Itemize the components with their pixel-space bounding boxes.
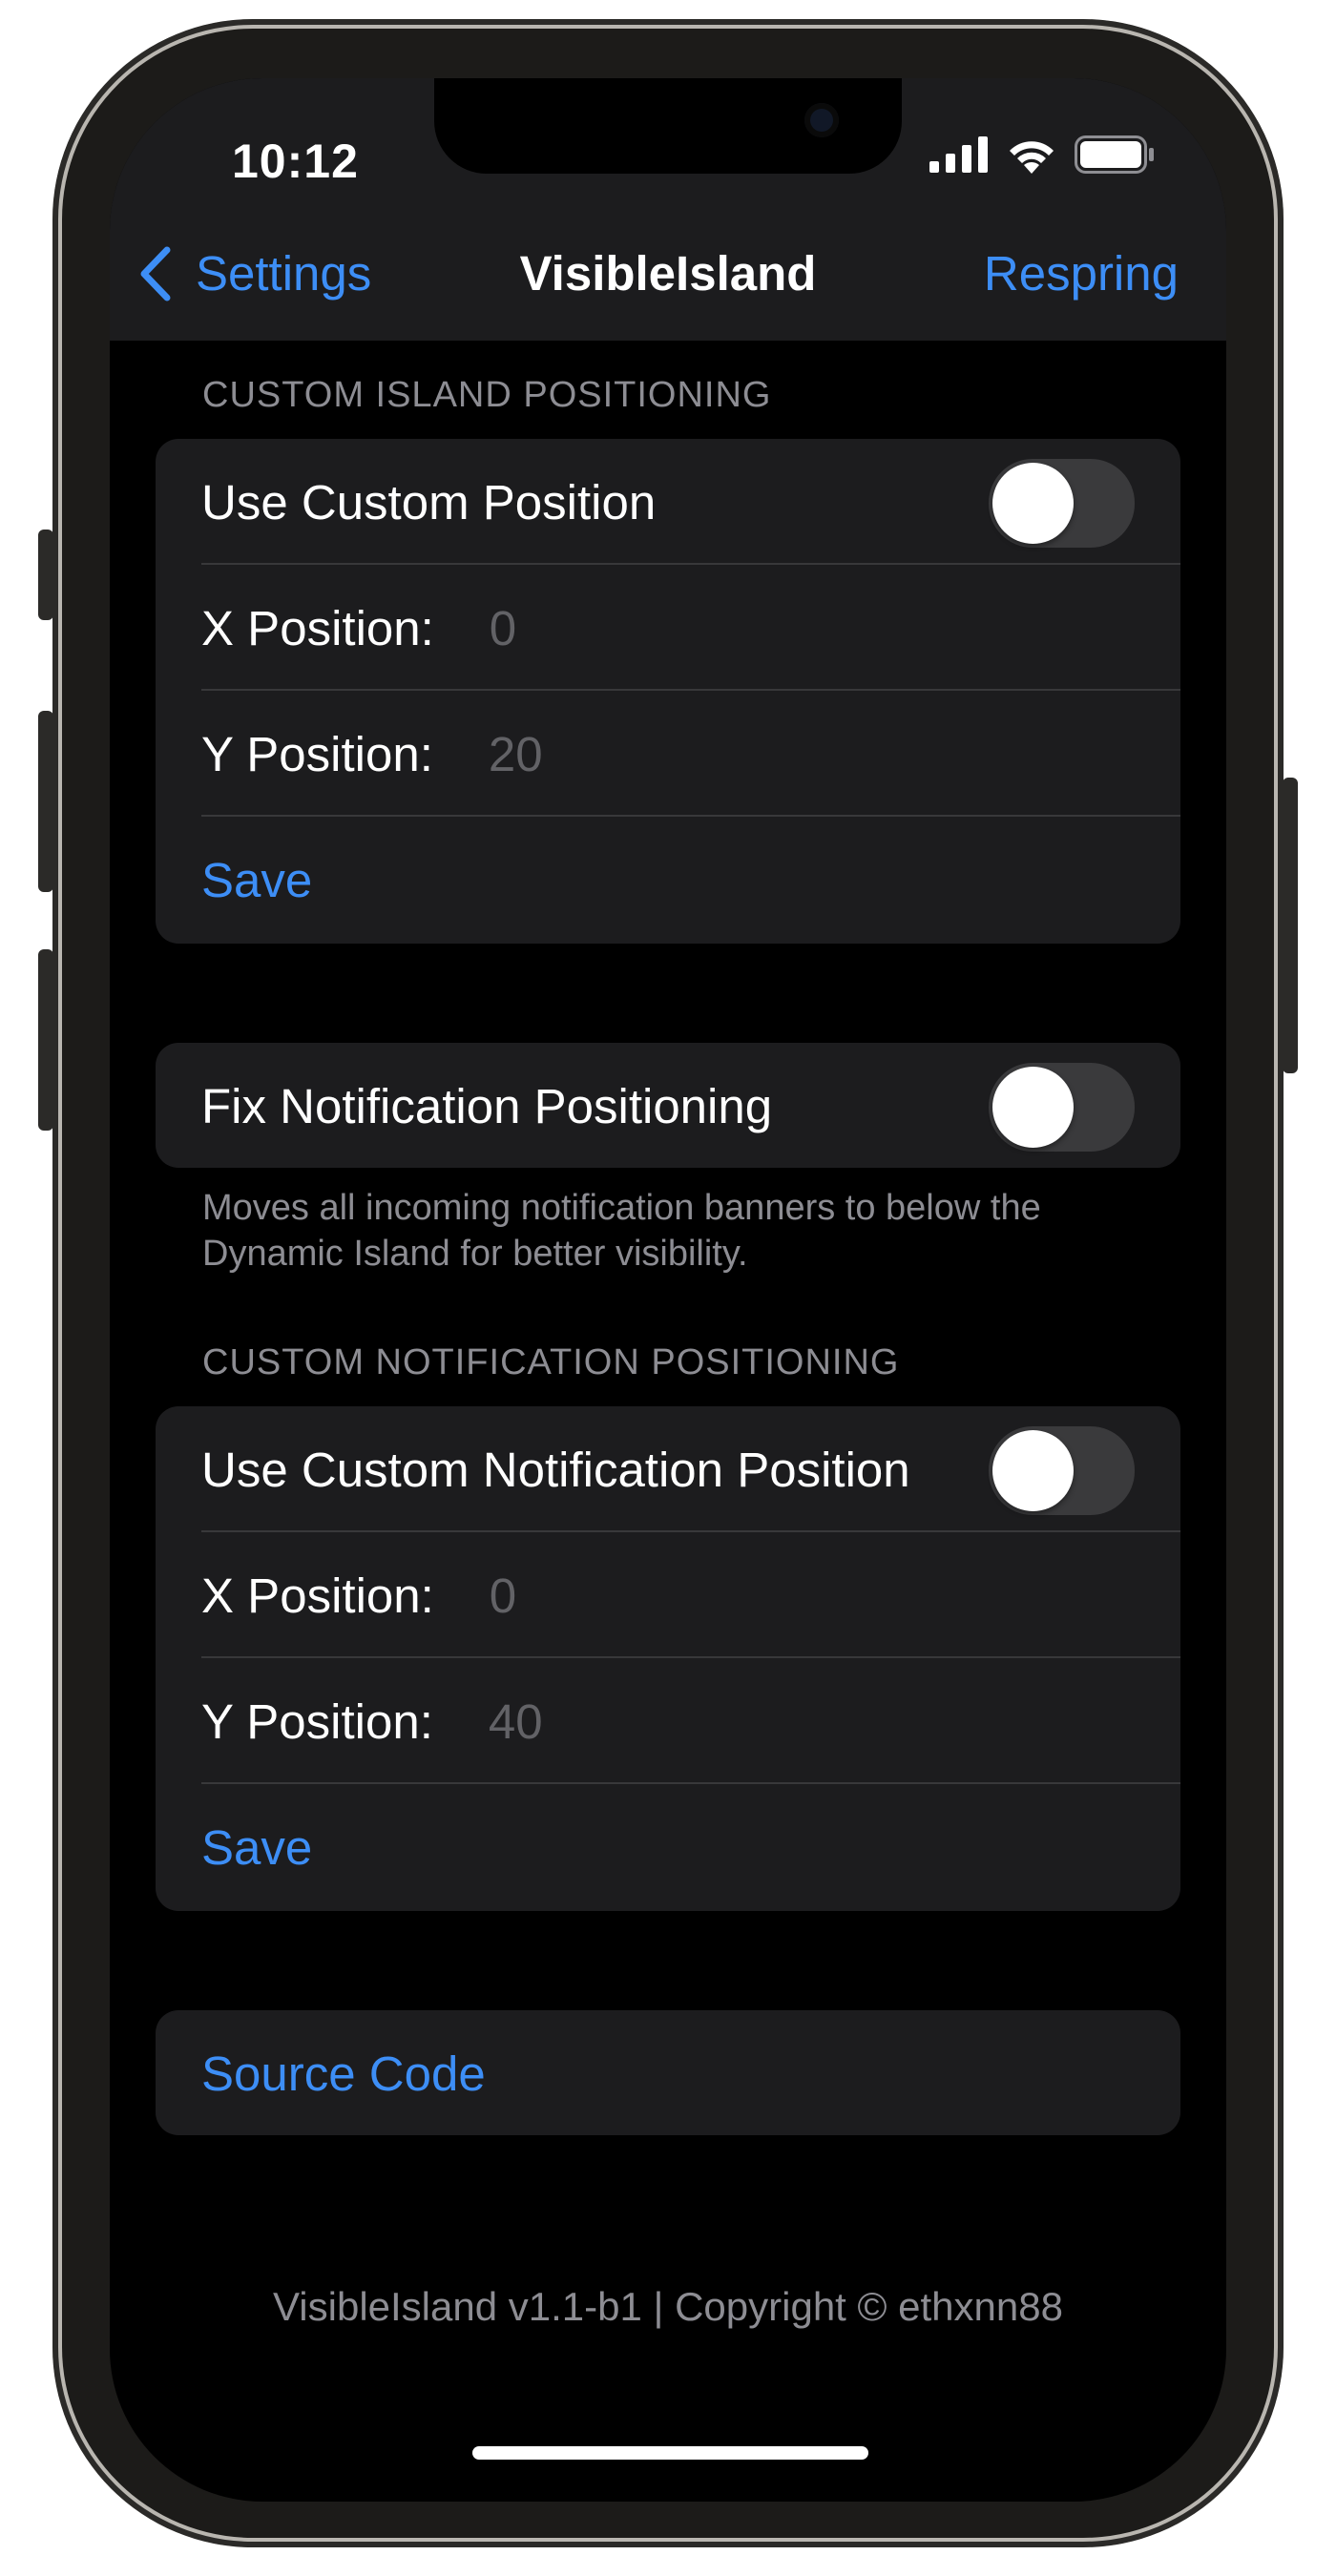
island-y-position-field[interactable]: 20 <box>489 726 543 782</box>
home-indicator[interactable] <box>472 2446 868 2460</box>
notification-y-position-label: Y Position: <box>201 1693 433 1749</box>
fix-notification-toggle[interactable] <box>989 1063 1135 1152</box>
island-y-position-label: Y Position: <box>201 726 433 781</box>
island-x-position-row[interactable]: X Position: 0 <box>156 565 1180 691</box>
screen: 10:12 Settings VisibleIsland Respring CU… <box>110 78 1226 2502</box>
status-icons <box>929 135 1155 174</box>
notification-save-row[interactable]: Save <box>156 1784 1180 1910</box>
source-code-group: Source Code <box>156 2010 1180 2135</box>
front-camera <box>804 103 839 137</box>
island-positioning-group: Use Custom Position X Position: 0 Y Posi… <box>156 439 1180 944</box>
island-x-position-field[interactable]: 0 <box>490 600 516 656</box>
toggle-knob <box>992 1067 1074 1148</box>
section-header-island: CUSTOM ISLAND POSITIONING <box>202 375 772 415</box>
toggle-knob <box>992 463 1074 544</box>
use-custom-position-row: Use Custom Position <box>156 439 1180 565</box>
wifi-icon <box>1010 141 1054 174</box>
notification-x-position-label: X Position: <box>201 1568 434 1623</box>
use-custom-notification-position-label: Use Custom Notification Position <box>201 1442 910 1497</box>
respring-button[interactable]: Respring <box>984 245 1179 301</box>
island-y-position-row[interactable]: Y Position: 20 <box>156 691 1180 817</box>
cellular-signal-icon <box>929 136 988 173</box>
status-time: 10:12 <box>232 135 359 188</box>
notch <box>434 78 902 174</box>
fix-notification-row: Fix Notification Positioning <box>156 1043 1180 1168</box>
toggle-knob <box>992 1430 1074 1511</box>
notification-y-position-field[interactable]: 40 <box>489 1693 543 1750</box>
source-code-row[interactable]: Source Code <box>156 2010 1180 2135</box>
use-custom-notification-position-row: Use Custom Notification Position <box>156 1406 1180 1532</box>
notification-y-position-row[interactable]: Y Position: 40 <box>156 1658 1180 1784</box>
side-button-volume-up <box>38 711 53 892</box>
island-x-position-label: X Position: <box>201 600 434 655</box>
notification-save-button[interactable]: Save <box>201 1819 312 1876</box>
copyright-text: VisibleIsland v1.1-b1 | Copyright © ethx… <box>273 2284 1063 2329</box>
notification-x-position-field[interactable]: 0 <box>490 1568 516 1624</box>
fix-notification-group: Fix Notification Positioning <box>156 1043 1180 1168</box>
side-button-silent <box>38 530 53 620</box>
use-custom-position-toggle[interactable] <box>989 459 1135 548</box>
island-save-row[interactable]: Save <box>156 817 1180 943</box>
island-save-button[interactable]: Save <box>201 852 312 908</box>
notification-positioning-group: Use Custom Notification Position X Posit… <box>156 1406 1180 1911</box>
section-header-notification: CUSTOM NOTIFICATION POSITIONING <box>202 1342 900 1382</box>
battery-icon <box>1075 135 1154 174</box>
source-code-link[interactable]: Source Code <box>201 2046 486 2102</box>
use-custom-notification-position-toggle[interactable] <box>989 1426 1135 1515</box>
fix-notification-label: Fix Notification Positioning <box>201 1078 773 1133</box>
fix-notification-description: Moves all incoming notification banners … <box>202 1188 1041 1274</box>
side-button-volume-down <box>38 949 53 1131</box>
use-custom-position-label: Use Custom Position <box>201 474 657 530</box>
side-button-power <box>1283 778 1298 1073</box>
notification-x-position-row[interactable]: X Position: 0 <box>156 1532 1180 1658</box>
